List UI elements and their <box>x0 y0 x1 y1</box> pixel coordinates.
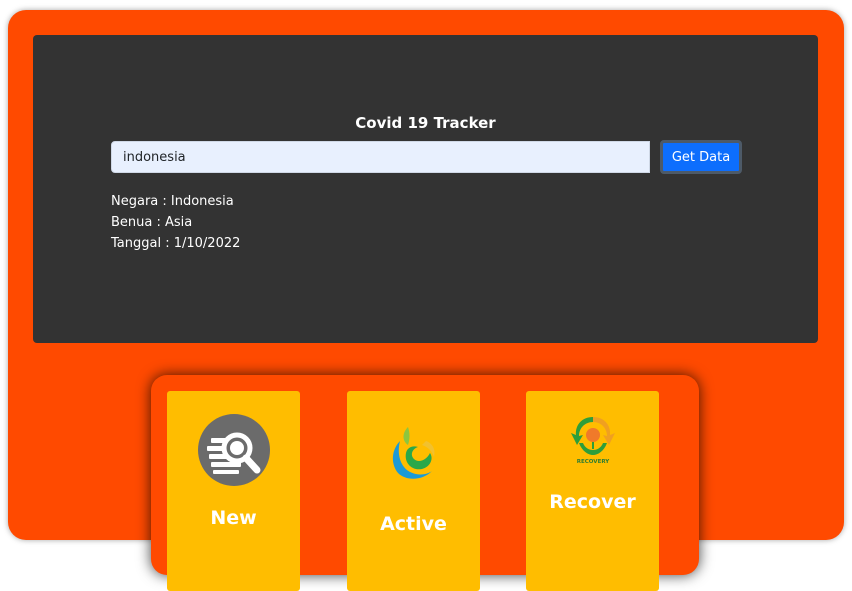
recovery-icon: RECOVERY <box>570 417 615 465</box>
active-cases-label: Active <box>380 513 447 535</box>
country-info: Negara : Indonesia Benua : Asia Tanggal … <box>111 191 240 254</box>
recovered-card: RECOVERY Recover <box>526 391 659 591</box>
magnifier-data-icon <box>197 414 270 486</box>
new-cases-label: New <box>210 507 257 529</box>
country-search-input[interactable] <box>111 141 650 173</box>
recovery-logo-text: RECOVERY <box>576 459 610 465</box>
recovered-label: Recover <box>549 491 636 513</box>
leaf-swirl-icon <box>392 427 435 479</box>
new-cases-card: New <box>167 391 300 591</box>
date-text: Tanggal : 1/10/2022 <box>111 236 241 251</box>
country-text: Negara : Indonesia <box>111 194 234 209</box>
page-title: Covid 19 Tracker <box>355 114 496 132</box>
stats-cards-container: New Active RECOVERY Recover <box>151 375 699 591</box>
continent-text: Benua : Asia <box>111 215 193 230</box>
tracker-panel: Covid 19 Tracker Get Data Negara : Indon… <box>33 35 818 343</box>
app-container: Covid 19 Tracker Get Data Negara : Indon… <box>8 10 844 591</box>
active-cases-card: Active <box>347 391 480 591</box>
get-data-button[interactable]: Get Data <box>660 140 742 174</box>
